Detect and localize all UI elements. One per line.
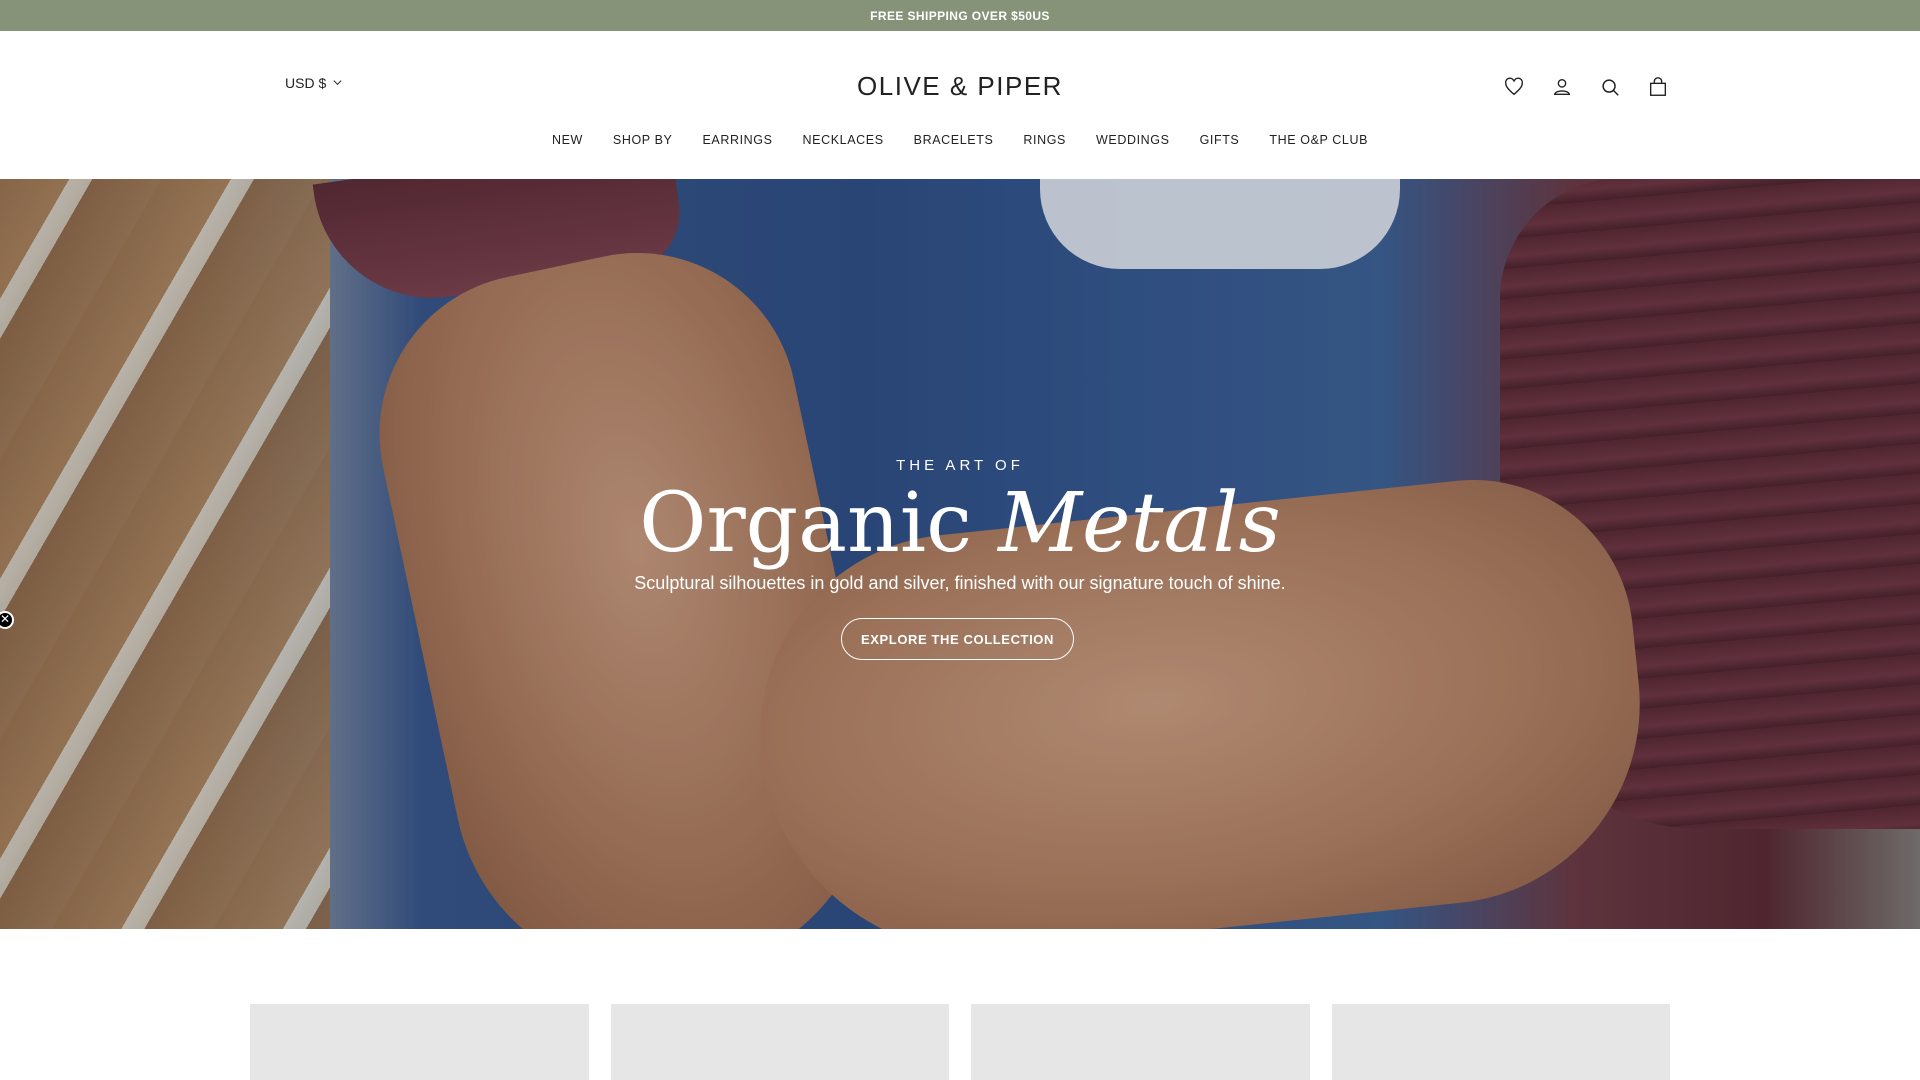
announcement-bar: FREE SHIPPING OVER $50US xyxy=(0,0,1920,31)
hero-headline: Organic Metals xyxy=(0,476,1920,571)
nav-item-gifts[interactable]: GIFTS xyxy=(1200,133,1240,147)
main-navigation: NEW SHOP BY EARRINGS NECKLACES BRACELETS… xyxy=(0,133,1920,147)
hero-eyebrow: THE ART OF xyxy=(896,457,1024,474)
site-header: USD $ OLIVE & PIPER NEW SHOP BY EARRINGS… xyxy=(0,31,1920,179)
header-icon-group xyxy=(1502,75,1670,99)
nav-item-new[interactable]: NEW xyxy=(552,133,583,147)
product-card-placeholder[interactable] xyxy=(610,1004,949,1080)
nav-item-rings[interactable]: RINGS xyxy=(1023,133,1066,147)
product-card-row xyxy=(250,1004,1670,1080)
hero-headline-italic: Metals xyxy=(998,476,1281,571)
product-card-placeholder[interactable] xyxy=(250,1004,589,1080)
search-icon[interactable] xyxy=(1598,75,1622,99)
announcement-text: FREE SHIPPING OVER $50US xyxy=(870,8,1050,23)
nav-item-weddings[interactable]: WEDDINGS xyxy=(1096,133,1170,147)
bag-icon[interactable] xyxy=(1646,75,1670,99)
nav-item-op-club[interactable]: THE O&P CLUB xyxy=(1269,133,1368,147)
nav-item-earrings[interactable]: EARRINGS xyxy=(702,133,772,147)
product-card-placeholder[interactable] xyxy=(971,1004,1310,1080)
nav-item-shop-by[interactable]: SHOP BY xyxy=(613,133,673,147)
hero-banner: THE ART OF Organic Metals Sculptural sil… xyxy=(0,179,1920,929)
hero-copy: THE ART OF Organic Metals Sculptural sil… xyxy=(0,179,1920,929)
product-card-placeholder[interactable] xyxy=(1331,1004,1670,1080)
nav-item-necklaces[interactable]: NECKLACES xyxy=(803,133,884,147)
explore-collection-button[interactable]: EXPLORE THE COLLECTION xyxy=(841,618,1074,660)
account-icon[interactable] xyxy=(1550,75,1574,99)
nav-item-bracelets[interactable]: BRACELETS xyxy=(914,133,994,147)
hero-subline: Sculptural silhouettes in gold and silve… xyxy=(634,573,1286,593)
heart-icon[interactable] xyxy=(1502,75,1526,99)
hero-headline-regular: Organic xyxy=(639,476,973,571)
